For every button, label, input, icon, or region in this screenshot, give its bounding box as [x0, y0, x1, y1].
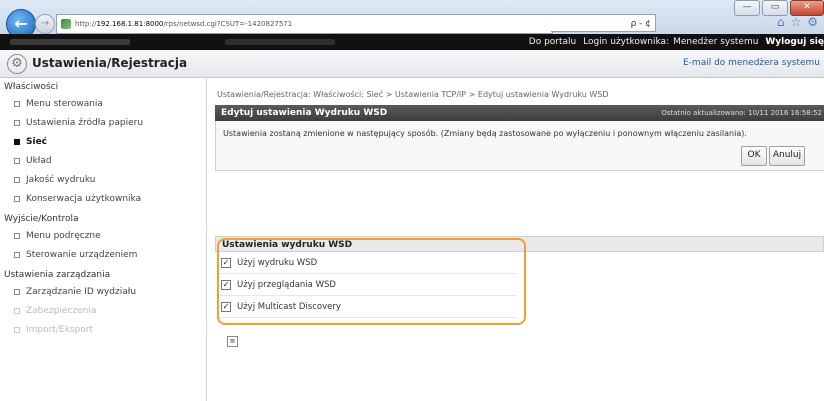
device-model-blurred [225, 39, 335, 45]
sidebar-item-device-control[interactable]: Sterowanie urządzeniem [0, 245, 206, 264]
sidebar-item-print-quality[interactable]: Jakość wydruku [0, 170, 206, 189]
bullet-icon [14, 327, 20, 333]
bullet-icon [14, 252, 20, 258]
login-user: Menedżer systemu [673, 37, 759, 47]
close-button[interactable]: ✕ [790, 0, 824, 16]
bullet-icon [14, 196, 20, 202]
page-title: Ustawienia/Rejestracja [32, 56, 188, 70]
address-search-controls[interactable]: ρ - ¢ [551, 14, 656, 32]
bullet-icon [14, 233, 20, 239]
maximize-button[interactable]: ▭ [762, 0, 788, 16]
sidebar-item-label: Układ [26, 156, 52, 166]
sidebar-item-label: Konserwacja użytkownika [26, 194, 142, 204]
sidebar-item-label: Import/Eksport [26, 325, 93, 335]
url-text: http://192.168.1.81:8000/rps/netwsd.cgi?… [75, 20, 292, 28]
sidebar-item-import-export[interactable]: Import/Eksport [0, 320, 206, 339]
home-icon[interactable]: ⌂ [777, 15, 785, 29]
panel-header: Edytuj ustawienia Wydruku WSD Ostatnio a… [215, 105, 824, 121]
bullet-icon [14, 308, 20, 314]
settings-gear-icon: ⚙ [7, 54, 27, 74]
highlight-frame [217, 238, 526, 325]
top-bar-user-area: Do portalu Login użytkownika: Menedżer sy… [525, 34, 824, 50]
sidebar-item-label: Jakość wydruku [26, 175, 96, 185]
minimize-button[interactable]: — [734, 0, 760, 16]
sidebar-item-label: Menu sterowania [26, 99, 103, 109]
toolbar-icons: ⌂ ☆ ⚙ [777, 15, 818, 29]
url-prefix: http:// [75, 20, 97, 28]
forward-arrow-icon[interactable]: → [35, 14, 55, 34]
bullet-icon [14, 289, 20, 295]
site-favicon-icon [61, 19, 71, 29]
sidebar-item-control-menu[interactable]: Menu sterowania [0, 94, 206, 113]
logout-link[interactable]: Wyloguj się [765, 37, 824, 47]
info-message: Ustawienia zostaną zmienione w następują… [223, 129, 747, 138]
bullet-icon [14, 120, 20, 126]
sidebar-item-label: Ustawienia źródła papieru [26, 118, 144, 128]
window-controls: — ▭ ✕ [734, 0, 824, 16]
sidebar-item-layout[interactable]: Układ [0, 151, 206, 170]
email-admin-link[interactable]: E-mail do menedżera systemu [683, 58, 820, 68]
sidebar-item-paper-source[interactable]: Ustawienia źródła papieru [0, 113, 206, 132]
sidebar-section-output-control: Wyjście/Kontrola [4, 214, 79, 224]
sidebar-section-properties: Właściwości [4, 82, 59, 92]
page-title-bar: ⚙ Ustawienia/Rejestracja E-mail do mened… [0, 50, 824, 78]
bullet-icon [14, 158, 20, 164]
sidebar-item-label: Zabezpieczenia [26, 306, 97, 316]
sidebar-item-label: Sieć [26, 137, 48, 147]
favorites-star-icon[interactable]: ☆ [790, 15, 801, 29]
url-path: /rps/netwsd.cgi?CSUT=-1420827571 [163, 20, 293, 28]
sidebar-item-security[interactable]: Zabezpieczenia [0, 301, 206, 320]
address-bar[interactable]: http://192.168.1.81:8000/rps/netwsd.cgi?… [56, 14, 553, 34]
sidebar-item-label: Zarządzanie ID wydziału [26, 287, 137, 297]
browser-chrome: — ▭ ✕ ← → http://192.168.1.81:8000/rps/n… [0, 0, 824, 39]
sidebar-item-department-id[interactable]: Zarządzanie ID wydziału [0, 282, 206, 301]
page-top-icon[interactable]: ≡ [227, 336, 238, 347]
breadcrumb: Ustawienia/Rejestracja: Właściwości: Sie… [217, 90, 609, 99]
device-top-bar: Do portalu Login użytkownika: Menedżer sy… [0, 34, 824, 50]
sidebar: Właściwości Menu sterowania Ustawienia ź… [0, 78, 207, 401]
sidebar-item-hot-menu[interactable]: Menu podręczne [0, 226, 206, 245]
portal-link[interactable]: Do portalu [529, 37, 576, 47]
sidebar-item-network[interactable]: Sieć [0, 132, 206, 151]
bullet-icon [14, 139, 20, 145]
sidebar-item-user-maintenance[interactable]: Konserwacja użytkownika [0, 189, 206, 208]
url-host: 192.168.1.81:8000 [96, 20, 164, 28]
panel-title: Edytuj ustawienia Wydruku WSD [221, 108, 388, 118]
cancel-button[interactable]: Anuluj [769, 146, 805, 166]
panel-body: Ustawienia zostaną zmienione w następują… [215, 121, 824, 171]
bullet-icon [14, 177, 20, 183]
bullet-icon [14, 101, 20, 107]
sidebar-section-management: Ustawienia zarządzania [4, 270, 111, 280]
device-name-blurred [10, 39, 130, 45]
sidebar-item-label: Sterowanie urządzeniem [26, 250, 138, 260]
ok-button[interactable]: OK [741, 146, 767, 166]
settings-gear-icon[interactable]: ⚙ [807, 15, 818, 29]
login-label: Login użytkownika: [583, 37, 670, 47]
last-updated: Ostatnio aktualizowano: 10/11 2016 16:58… [661, 109, 822, 117]
sidebar-item-label: Menu podręczne [26, 231, 101, 241]
